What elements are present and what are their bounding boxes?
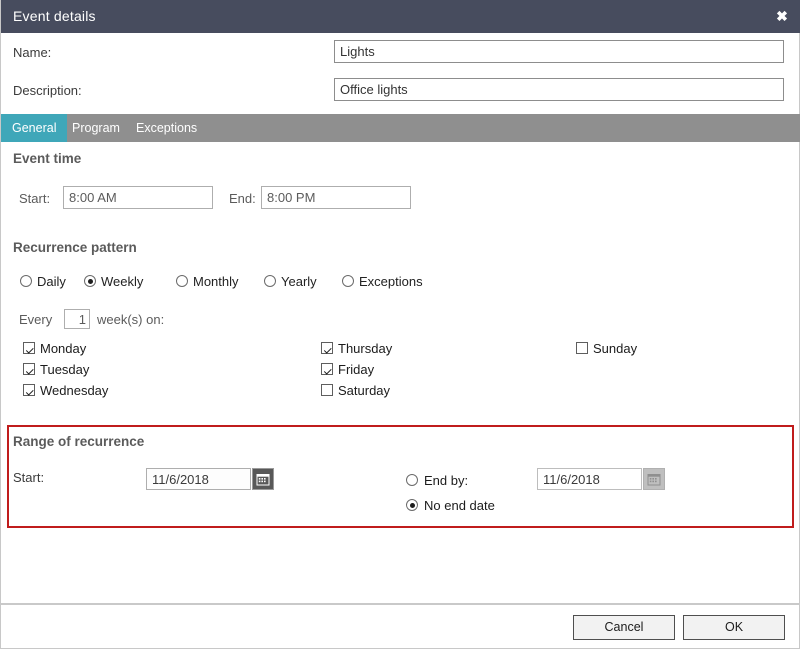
recurrence-pattern-heading: Recurrence pattern [13, 240, 137, 255]
event-details-dialog: Event details ✖ Name: Description: Gener… [0, 0, 800, 649]
name-label: Name: [13, 45, 52, 60]
checkbox-label: Thursday [338, 340, 393, 356]
tab-program[interactable]: Program [61, 114, 131, 142]
tab-strip: General Program Exceptions [1, 114, 800, 142]
description-label: Description: [13, 83, 82, 98]
tab-exceptions[interactable]: Exceptions [125, 114, 208, 142]
radio-no-end-date[interactable]: No end date [406, 496, 495, 514]
checkbox-friday[interactable]: Friday [321, 360, 374, 378]
radio-label: Yearly [281, 273, 317, 289]
recurrence-interval-input[interactable] [64, 309, 90, 329]
radio-indicator [20, 275, 32, 287]
radio-label: Weekly [101, 273, 144, 289]
checkbox-monday[interactable]: Monday [23, 339, 86, 357]
radio-indicator [176, 275, 188, 287]
calendar-icon[interactable] [252, 468, 274, 490]
dialog-titlebar: Event details ✖ [1, 0, 800, 33]
checkbox-label: Monday [40, 340, 87, 356]
checkbox-indicator [576, 342, 588, 354]
close-icon[interactable]: ✖ [772, 6, 792, 26]
weeks-on-label: week(s) on: [97, 312, 165, 327]
radio-recurrence-exceptions[interactable]: Exceptions [342, 272, 423, 290]
checkbox-saturday[interactable]: Saturday [321, 381, 390, 399]
range-of-recurrence-heading: Range of recurrence [13, 434, 145, 449]
checkbox-sunday[interactable]: Sunday [576, 339, 637, 357]
end-time-input[interactable] [261, 186, 411, 209]
range-end-date-input[interactable] [537, 468, 642, 490]
tab-general[interactable]: General [1, 114, 68, 142]
radio-end-by[interactable]: End by: [406, 471, 468, 489]
end-time-label: End: [229, 191, 256, 206]
checkbox-indicator [321, 384, 333, 396]
ok-button[interactable]: OK [683, 615, 785, 640]
radio-indicator [406, 474, 418, 486]
start-time-input[interactable] [63, 186, 213, 209]
radio-label: Exceptions [359, 273, 423, 289]
event-time-heading: Event time [13, 151, 82, 166]
radio-recurrence-yearly[interactable]: Yearly [264, 272, 317, 290]
radio-recurrence-daily[interactable]: Daily [20, 272, 66, 290]
radio-label: Daily [37, 273, 66, 289]
calendar-icon[interactable] [643, 468, 665, 490]
radio-recurrence-monthly[interactable]: Monthly [176, 272, 239, 290]
radio-indicator [84, 275, 96, 287]
footer-divider [1, 603, 800, 605]
checkbox-indicator [321, 363, 333, 375]
checkbox-label: Sunday [593, 340, 638, 356]
checkbox-thursday[interactable]: Thursday [321, 339, 392, 357]
every-label: Every [19, 312, 53, 327]
checkbox-tuesday[interactable]: Tuesday [23, 360, 89, 378]
cancel-button[interactable]: Cancel [573, 615, 675, 640]
range-start-label: Start: [13, 470, 45, 485]
checkbox-label: Saturday [338, 382, 391, 398]
radio-recurrence-weekly[interactable]: Weekly [84, 272, 143, 290]
radio-indicator [342, 275, 354, 287]
name-input[interactable] [334, 40, 784, 63]
radio-label: Monthly [193, 273, 239, 289]
radio-label: End by: [424, 472, 469, 488]
radio-indicator [264, 275, 276, 287]
checkbox-indicator [23, 363, 35, 375]
dialog-title: Event details [13, 8, 96, 24]
checkbox-indicator [23, 384, 35, 396]
start-time-label: Start: [19, 191, 51, 206]
checkbox-indicator [321, 342, 333, 354]
radio-indicator [406, 499, 418, 511]
checkbox-label: Wednesday [40, 382, 109, 398]
checkbox-label: Friday [338, 361, 375, 377]
checkbox-indicator [23, 342, 35, 354]
radio-label: No end date [424, 497, 495, 513]
checkbox-label: Tuesday [40, 361, 90, 377]
description-input[interactable] [334, 78, 784, 101]
range-start-date-input[interactable] [146, 468, 251, 490]
checkbox-wednesday[interactable]: Wednesday [23, 381, 108, 399]
